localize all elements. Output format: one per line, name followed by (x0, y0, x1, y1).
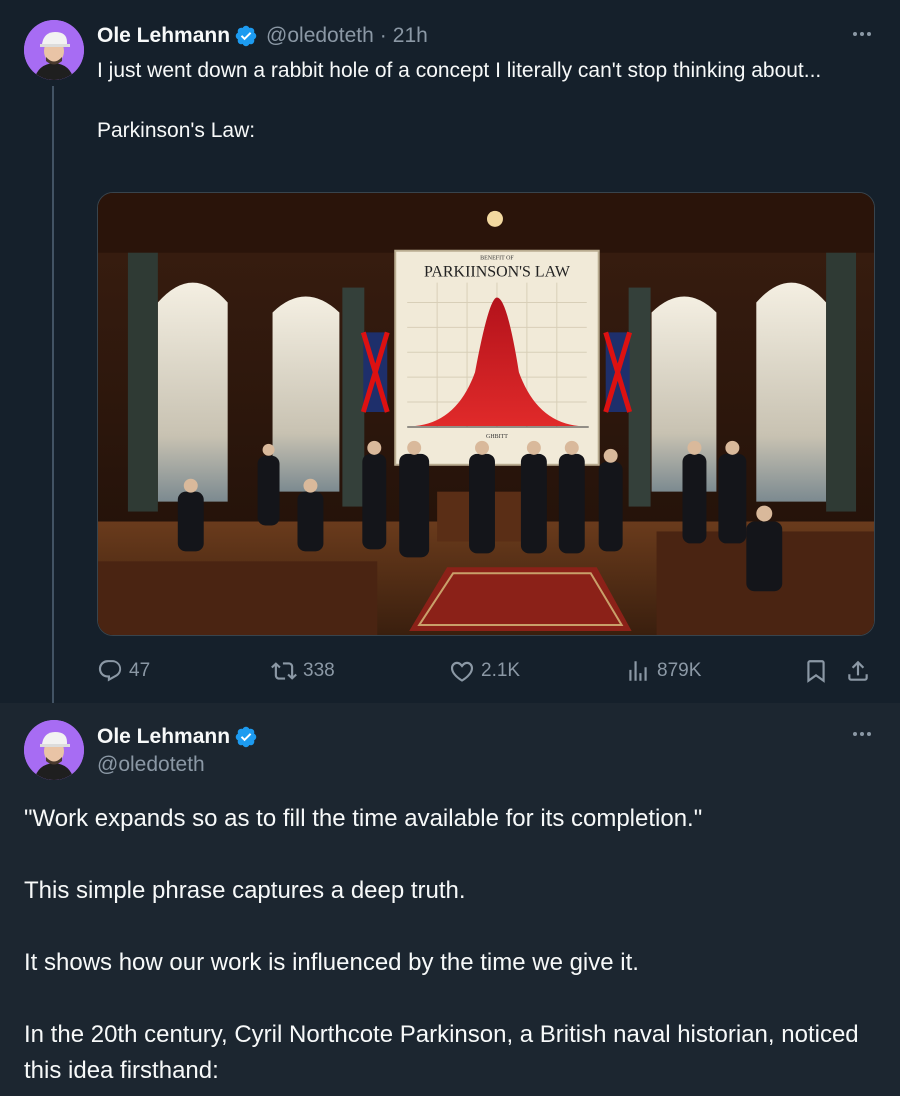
tweet-paragraph: "Work expands so as to fill the time ava… (24, 805, 703, 832)
tweet-timestamp[interactable]: 21h (393, 24, 428, 48)
reply-button[interactable]: 47 (97, 652, 150, 690)
views-count: 879K (657, 660, 702, 681)
views-button[interactable]: 879K (625, 652, 701, 690)
thread-connector-line (52, 86, 54, 714)
author-handle[interactable]: @oledoteth (266, 24, 374, 48)
tweet-paragraph: It shows how our work is influenced by t… (24, 949, 639, 976)
views-icon (629, 661, 647, 681)
reply-icon (98, 660, 122, 682)
tweet-text-line: Parkinson's Law: (97, 119, 256, 142)
retweet-button[interactable]: 338 (271, 652, 335, 690)
retweet-count: 338 (303, 660, 335, 681)
like-button[interactable]: 2.1K (449, 652, 520, 690)
tweet-paragraph: This simple phrase captures a deep truth… (24, 877, 466, 904)
avatar-image (24, 720, 84, 780)
tweet-header: Ole Lehmann (97, 723, 258, 751)
tweet-paragraph: In the 20th century, Cyril Northcote Par… (24, 1021, 859, 1084)
like-count: 2.1K (481, 660, 521, 681)
verified-badge-icon (234, 725, 258, 749)
tweet-text: I just went down a rabbit hole of a conc… (97, 56, 857, 146)
poster-caption: GHBITT (486, 434, 508, 440)
heart-icon (450, 661, 474, 682)
author-handle[interactable]: @oledoteth (97, 753, 205, 777)
separator-dot: · (379, 24, 387, 47)
tweet-main[interactable]: Ole Lehmann @oledoteth · 21h I just went… (0, 0, 900, 714)
share-icon (848, 660, 868, 681)
poster-subtitle: BENEFIT OF (480, 256, 514, 262)
tweet-actions: 47 338 2.1K 879K (97, 652, 875, 690)
tweet-reply[interactable]: Ole Lehmann @oledoteth "Work expands so … (0, 703, 900, 1096)
verified-badge-icon (234, 24, 258, 48)
tweet-header: Ole Lehmann @oledoteth · 21h (97, 22, 428, 50)
bookmark-icon (807, 660, 825, 683)
more-icon[interactable] (850, 22, 874, 46)
avatar[interactable] (24, 720, 84, 780)
poster-title: PARKIINSON'S LAW (424, 264, 571, 281)
bookmark-button[interactable] (803, 652, 829, 690)
avatar-image (24, 20, 84, 80)
more-icon[interactable] (850, 722, 874, 746)
author-name[interactable]: Ole Lehmann (97, 24, 230, 48)
avatar[interactable] (24, 20, 84, 80)
tweet-media-image[interactable]: BENEFIT OF PARKIINSON'S LAW GHBITT (97, 192, 875, 636)
tweet-text: "Work expands so as to fill the time ava… (24, 801, 874, 1089)
author-name[interactable]: Ole Lehmann (97, 725, 230, 749)
reply-count: 47 (129, 660, 151, 681)
retweet-icon (271, 662, 297, 680)
tweet-text-line: I just went down a rabbit hole of a conc… (97, 59, 822, 82)
share-button[interactable] (845, 652, 871, 690)
